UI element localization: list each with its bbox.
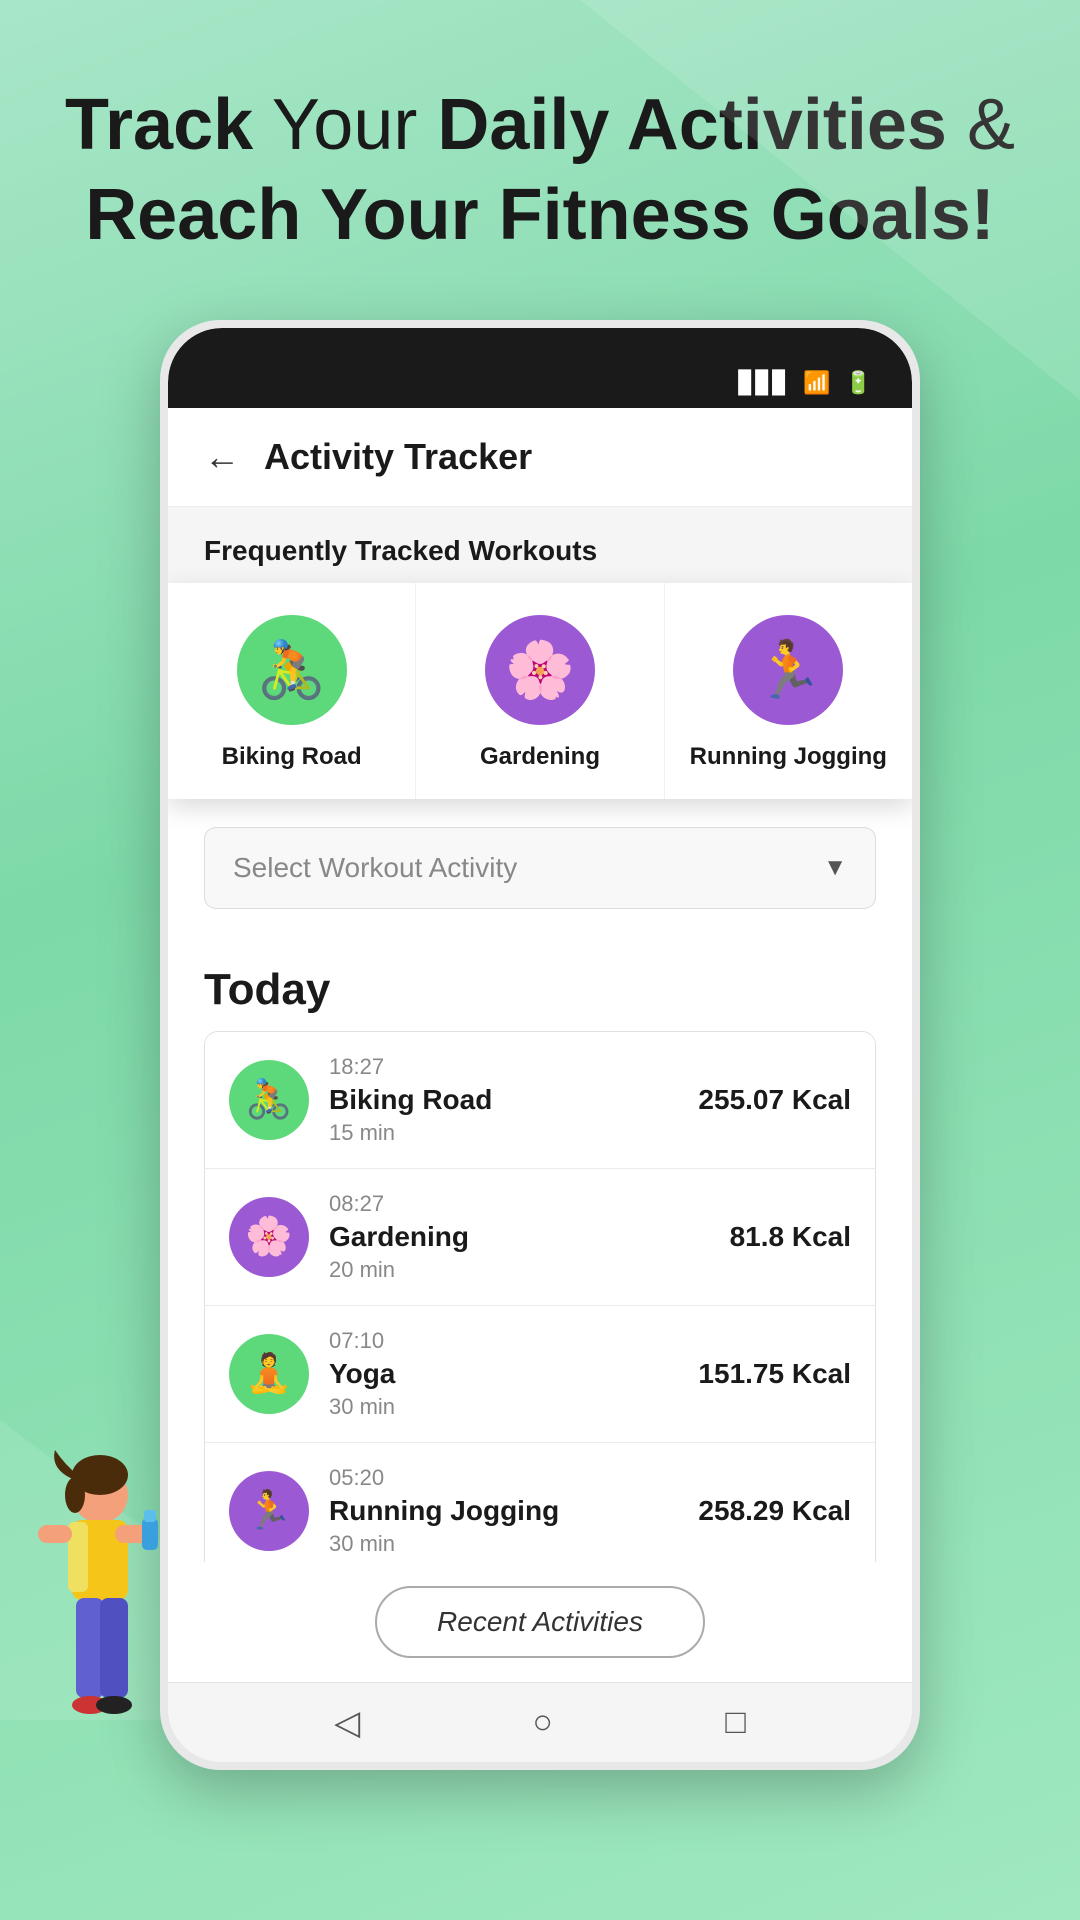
- nav-apps-icon[interactable]: □: [725, 1703, 746, 1742]
- gardening-icon-circle: 🌸: [485, 615, 595, 725]
- dropdown-placeholder: Select Workout Activity: [233, 852, 517, 884]
- workout-card-biking[interactable]: 🚴 Biking Road: [168, 583, 416, 799]
- signal-icon: ▊▊▊: [738, 370, 789, 396]
- list-item: 🌸 08:27 Gardening 20 min 81.8 Kcal: [205, 1169, 875, 1306]
- workout-card-gardening[interactable]: 🌸 Gardening: [416, 583, 664, 799]
- activity-kcal-yoga: 151.75 Kcal: [698, 1358, 851, 1390]
- workout-activity-dropdown[interactable]: Select Workout Activity ▼: [204, 827, 876, 909]
- activity-icon-running: 🏃: [229, 1471, 309, 1551]
- gardening-activity-emoji: 🌸: [245, 1215, 292, 1259]
- activity-time-gardening: 08:27: [329, 1191, 710, 1217]
- activity-time-biking: 18:27: [329, 1054, 678, 1080]
- biking-emoji: 🚴: [257, 637, 327, 703]
- app-header: ← Activity Tracker: [168, 408, 912, 507]
- gardening-label: Gardening: [480, 743, 600, 771]
- activity-duration-biking: 15 min: [329, 1120, 678, 1146]
- activity-time-running: 05:20: [329, 1465, 678, 1491]
- app-content: ← Activity Tracker Frequently Tracked Wo…: [168, 408, 912, 1762]
- biking-label: Biking Road: [222, 743, 362, 771]
- wifi-icon: 📶: [803, 370, 830, 396]
- nav-back-icon[interactable]: ◁: [334, 1703, 360, 1743]
- list-item: 🏃 05:20 Running Jogging 30 min 258.29 Kc…: [205, 1443, 875, 1562]
- decorative-figure: [0, 1440, 180, 1820]
- running-icon-circle: 🏃: [733, 615, 843, 725]
- activity-info-gardening: 08:27 Gardening 20 min: [329, 1191, 710, 1283]
- activity-info-yoga: 07:10 Yoga 30 min: [329, 1328, 678, 1420]
- today-section: Today 🚴 18:27 Biking Road 15 min 255.07 …: [168, 937, 912, 1562]
- hero-track: Track: [65, 85, 253, 165]
- biking-activity-emoji: 🚴: [245, 1078, 292, 1122]
- running-label: Running Jogging: [690, 743, 887, 771]
- battery-icon: 🔋: [845, 370, 872, 396]
- activity-icon-gardening: 🌸: [229, 1197, 309, 1277]
- activity-info-running: 05:20 Running Jogging 30 min: [329, 1465, 678, 1557]
- activity-name-biking: Biking Road: [329, 1084, 678, 1116]
- activity-name-gardening: Gardening: [329, 1221, 710, 1253]
- phone-frame: ▊▊▊ 📶 🔋 ← Activity Tracker Frequently Tr…: [160, 320, 920, 1770]
- activity-name-yoga: Yoga: [329, 1358, 678, 1390]
- activity-duration-running: 30 min: [329, 1531, 678, 1557]
- dropdown-area: Select Workout Activity ▼: [168, 799, 912, 937]
- yoga-activity-emoji: 🧘: [245, 1352, 292, 1396]
- gardening-emoji: 🌸: [505, 637, 575, 703]
- recent-activities-button[interactable]: Recent Activities: [375, 1586, 705, 1658]
- phone-screen: ▊▊▊ 📶 🔋 ← Activity Tracker Frequently Tr…: [168, 328, 912, 1762]
- workout-cards-row: 🚴 Biking Road 🌸 Gardening 🏃 Running Jogg…: [168, 583, 912, 799]
- phone-nav-bar: ◁ ○ □: [168, 1682, 912, 1762]
- back-button[interactable]: ←: [204, 436, 240, 478]
- list-item: 🚴 18:27 Biking Road 15 min 255.07 Kcal: [205, 1032, 875, 1169]
- activity-time-yoga: 07:10: [329, 1328, 678, 1354]
- frequently-tracked-label: Frequently Tracked Workouts: [168, 507, 912, 583]
- activity-info-biking: 18:27 Biking Road 15 min: [329, 1054, 678, 1146]
- running-emoji: 🏃: [753, 637, 823, 703]
- list-item: 🧘 07:10 Yoga 30 min 151.75 Kcal: [205, 1306, 875, 1443]
- activity-kcal-biking: 255.07 Kcal: [698, 1084, 851, 1116]
- activity-name-running: Running Jogging: [329, 1495, 678, 1527]
- activity-duration-yoga: 30 min: [329, 1394, 678, 1420]
- nav-home-icon[interactable]: ○: [533, 1703, 554, 1742]
- activity-duration-gardening: 20 min: [329, 1257, 710, 1283]
- activity-icon-biking: 🚴: [229, 1060, 309, 1140]
- activity-kcal-gardening: 81.8 Kcal: [730, 1221, 851, 1253]
- hero-your: Your: [272, 85, 437, 165]
- bottom-btn-area: Recent Activities: [168, 1562, 912, 1682]
- activity-icon-yoga: 🧘: [229, 1334, 309, 1414]
- activity-list: 🚴 18:27 Biking Road 15 min 255.07 Kcal 🌸: [204, 1031, 876, 1562]
- app-title: Activity Tracker: [264, 436, 532, 478]
- today-title: Today: [204, 937, 876, 1031]
- running-activity-emoji: 🏃: [245, 1489, 292, 1533]
- activity-kcal-running: 258.29 Kcal: [698, 1495, 851, 1527]
- biking-icon-circle: 🚴: [237, 615, 347, 725]
- workout-card-running[interactable]: 🏃 Running Jogging: [665, 583, 912, 799]
- status-bar: ▊▊▊ 📶 🔋: [168, 328, 912, 408]
- dropdown-arrow-icon: ▼: [823, 854, 847, 882]
